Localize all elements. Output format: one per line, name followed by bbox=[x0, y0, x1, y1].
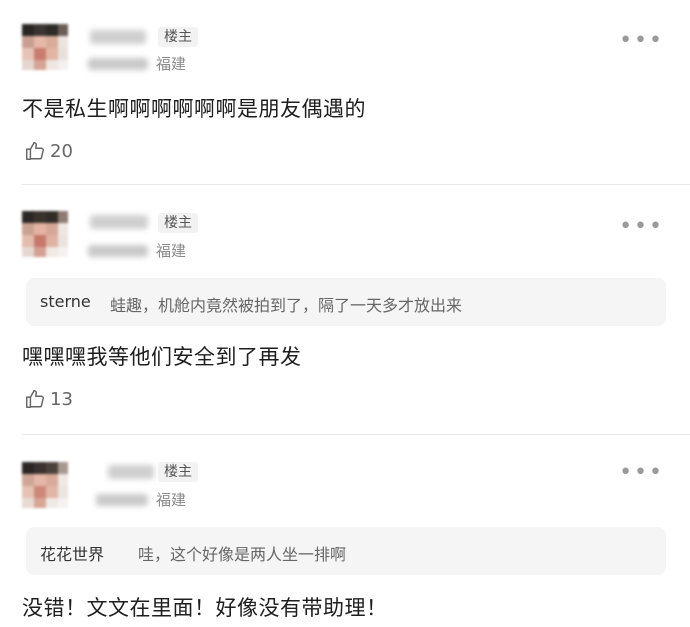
avatar[interactable] bbox=[22, 211, 68, 257]
like-count: 20 bbox=[50, 140, 73, 162]
quoted-reply[interactable]: sterne 蛙趣，机舱内竟然被拍到了，隔了一天多才放出来 bbox=[26, 278, 666, 326]
quoted-text: 哇，这个好像是两人坐一排啊 bbox=[138, 545, 347, 564]
thumbs-up-icon bbox=[26, 390, 44, 408]
like-button[interactable]: 20 bbox=[24, 140, 73, 162]
location: 福建 bbox=[156, 55, 187, 73]
comment-text: 没错！文文在里面！好像没有带助理！ bbox=[22, 596, 388, 620]
avatar[interactable] bbox=[22, 24, 68, 70]
divider bbox=[22, 434, 690, 435]
username[interactable] bbox=[108, 465, 154, 479]
avatar[interactable] bbox=[22, 462, 68, 508]
timestamp bbox=[88, 58, 148, 70]
comment-text: 嘿嘿嘿我等他们安全到了再发 bbox=[22, 345, 302, 369]
location: 福建 bbox=[156, 491, 187, 509]
divider bbox=[22, 184, 690, 185]
op-badge: 楼主 bbox=[158, 213, 198, 233]
thumbs-up-icon bbox=[26, 142, 44, 160]
quoted-username[interactable]: 花花世界 bbox=[40, 541, 104, 565]
timestamp bbox=[96, 494, 148, 506]
username[interactable] bbox=[90, 30, 146, 44]
quoted-username[interactable]: sterne bbox=[40, 292, 91, 311]
location: 福建 bbox=[156, 242, 187, 260]
op-badge: 楼主 bbox=[158, 27, 198, 47]
op-badge: 楼主 bbox=[158, 462, 198, 482]
like-count: 13 bbox=[50, 388, 73, 410]
quoted-reply[interactable]: 花花世界 哇，这个好像是两人坐一排啊 bbox=[26, 527, 666, 575]
like-button[interactable]: 13 bbox=[24, 388, 73, 410]
more-dots-icon[interactable]: ••• bbox=[619, 462, 664, 484]
username[interactable] bbox=[90, 215, 148, 229]
more-dots-icon[interactable]: ••• bbox=[619, 216, 664, 238]
quoted-text: 蛙趣，机舱内竟然被拍到了，隔了一天多才放出来 bbox=[110, 296, 463, 315]
more-dots-icon[interactable]: ••• bbox=[619, 30, 664, 52]
comment-text: 不是私生啊啊啊啊啊啊是朋友偶遇的 bbox=[22, 97, 366, 121]
timestamp bbox=[88, 245, 148, 257]
